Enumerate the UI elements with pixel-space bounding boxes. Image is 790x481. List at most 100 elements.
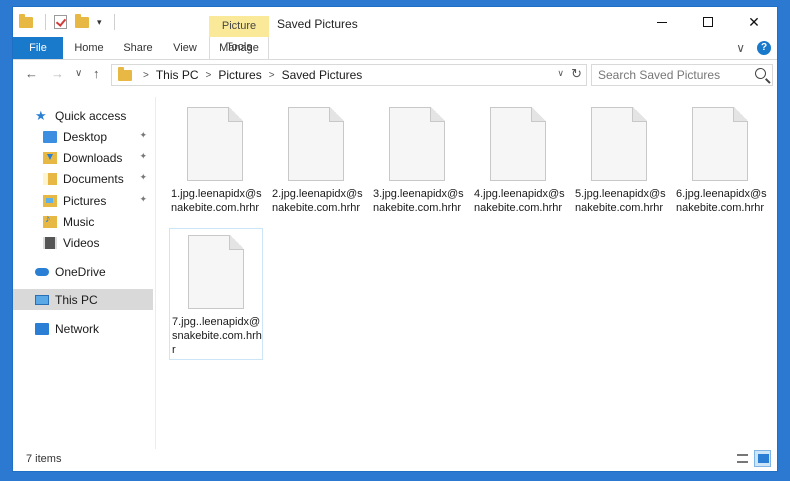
refresh-icon[interactable]: ↻ — [571, 66, 582, 82]
minimize-icon — [657, 21, 667, 23]
chevron-right-icon[interactable]: > — [206, 70, 212, 81]
desktop-icon — [43, 130, 57, 143]
pictures-icon — [43, 194, 57, 207]
tab-manage[interactable]: Manage — [209, 37, 269, 59]
maximize-icon — [703, 17, 713, 27]
navigation-bar: ← → ∨ ↑ > This PC > Pictures > Saved Pic… — [13, 62, 777, 88]
file-item[interactable]: 2.jpg.leenapidx@snakebite.com.hrhr — [270, 101, 364, 233]
tab-share[interactable]: Share — [115, 37, 161, 59]
file-item[interactable]: 6.jpg.leenapidx@snakebite.com.hrhr — [674, 101, 768, 233]
expand-ribbon-icon[interactable]: ∨ — [736, 41, 745, 55]
qat-dropdown-icon[interactable]: ▾ — [97, 17, 102, 28]
sidebar-item-label: Music — [63, 214, 95, 229]
videos-icon — [43, 236, 57, 249]
address-bar[interactable]: > This PC > Pictures > Saved Pictures ∨ … — [111, 64, 587, 86]
blank-file-icon — [591, 107, 647, 181]
address-dropdown-icon[interactable]: ∨ — [557, 68, 564, 79]
new-folder-icon[interactable] — [75, 13, 89, 28]
pin-icon[interactable]: ✦ — [139, 151, 147, 162]
file-item[interactable]: 4.jpg.leenapidx@snakebite.com.hrhr — [472, 101, 566, 233]
tab-view[interactable]: View — [163, 37, 207, 59]
file-name: 2.jpg.leenapidx@snakebite.com.hrhr — [272, 188, 363, 214]
breadcrumb-this-pc[interactable]: This PC — [156, 68, 199, 82]
up-arrow-icon[interactable]: ↑ — [93, 66, 100, 81]
status-bar: 7 items — [13, 447, 777, 471]
blank-file-icon — [389, 107, 445, 181]
sidebar-item-documents[interactable]: Documents ✦ — [13, 168, 153, 189]
documents-icon — [43, 172, 57, 185]
picture-tools-label: Picture Tools — [209, 16, 269, 53]
pin-icon[interactable]: ✦ — [139, 130, 147, 141]
navigation-pane: ★ Quick access Desktop ✦ Downloads ✦ Doc… — [13, 97, 155, 437]
file-list: 1.jpg.leenapidx@snakebite.com.hrhr 2.jpg… — [157, 95, 777, 445]
large-icons-view-icon — [758, 454, 769, 463]
search-icon[interactable] — [755, 68, 766, 79]
sidebar-item-music[interactable]: Music — [13, 211, 153, 232]
tab-file[interactable]: File — [13, 37, 63, 59]
file-item[interactable]: 7.jpg..leenapidx@snakebite.com.hrhr — [169, 228, 263, 360]
sidebar-item-label: Quick access — [55, 108, 127, 123]
pin-icon[interactable]: ✦ — [139, 194, 147, 205]
sidebar-item-network[interactable]: Network — [13, 318, 153, 339]
toolbar-divider — [113, 14, 115, 30]
title-bar: ▾ Picture Tools Saved Pictures ✕ — [13, 7, 777, 53]
network-icon — [35, 322, 49, 335]
sidebar-item-videos[interactable]: Videos — [13, 232, 153, 253]
close-button[interactable]: ✕ — [731, 7, 777, 37]
ribbon: File Home Share View Manage ∨ ? — [13, 37, 777, 60]
search-input[interactable] — [592, 65, 742, 85]
chevron-right-icon[interactable]: > — [143, 70, 149, 81]
toolbar-divider — [45, 14, 46, 30]
sidebar-item-label: Network — [55, 321, 100, 336]
sidebar-item-label: This PC — [55, 292, 98, 307]
downloads-icon — [43, 151, 57, 164]
pin-icon[interactable]: ✦ — [139, 172, 147, 183]
search-box[interactable] — [591, 64, 773, 86]
forward-arrow-icon[interactable]: → — [51, 66, 64, 81]
sidebar-item-downloads[interactable]: Downloads ✦ — [13, 147, 153, 168]
large-icons-view-button[interactable] — [754, 450, 771, 467]
sidebar-item-label: Pictures — [63, 193, 107, 208]
item-count: 7 items — [26, 453, 62, 465]
sidebar-item-label: OneDrive — [55, 264, 106, 279]
cloud-icon — [35, 267, 49, 276]
ribbon-controls: ∨ ? — [736, 41, 771, 55]
music-icon — [43, 213, 57, 228]
maximize-button[interactable] — [685, 7, 731, 37]
tab-home[interactable]: Home — [65, 37, 113, 59]
sidebar-item-onedrive[interactable]: OneDrive — [13, 261, 153, 282]
explorer-window: ▾ Picture Tools Saved Pictures ✕ File Ho… — [12, 6, 778, 472]
window-title: Saved Pictures — [277, 17, 358, 31]
sidebar-item-label: Documents — [63, 171, 124, 186]
chevron-right-icon[interactable]: > — [269, 70, 275, 81]
folder-icon — [118, 66, 132, 81]
help-icon[interactable]: ? — [757, 41, 771, 55]
file-name: 3.jpg.leenapidx@snakebite.com.hrhr — [373, 188, 464, 214]
minimize-button[interactable] — [639, 7, 685, 37]
sidebar-item-desktop[interactable]: Desktop ✦ — [13, 126, 153, 147]
star-icon: ★ — [35, 107, 47, 123]
file-item[interactable]: 5.jpg.leenapidx@snakebite.com.hrhr — [573, 101, 667, 233]
sidebar-item-label: Desktop — [63, 129, 108, 144]
sidebar-item-pictures[interactable]: Pictures ✦ — [13, 190, 153, 211]
details-view-icon — [737, 454, 748, 463]
close-icon: ✕ — [748, 13, 760, 30]
window-controls: ✕ — [639, 7, 777, 37]
properties-icon[interactable] — [54, 15, 67, 29]
back-arrow-icon[interactable]: ← — [25, 66, 38, 81]
breadcrumb-pictures[interactable]: Pictures — [218, 68, 261, 82]
file-item[interactable]: 1.jpg.leenapidx@snakebite.com.hrhr — [169, 101, 263, 233]
sidebar-item-label: Downloads — [63, 150, 123, 165]
sidebar-item-this-pc[interactable]: This PC — [13, 289, 153, 310]
file-item[interactable]: 3.jpg.leenapidx@snakebite.com.hrhr — [371, 101, 465, 233]
view-switcher — [733, 450, 771, 467]
blank-file-icon — [288, 107, 344, 181]
blank-file-icon — [188, 235, 244, 309]
breadcrumb-saved-pictures[interactable]: Saved Pictures — [282, 68, 363, 82]
recent-locations-icon[interactable]: ∨ — [75, 68, 82, 79]
sidebar-item-quick-access[interactable]: ★ Quick access — [13, 105, 153, 126]
computer-icon — [35, 294, 49, 305]
blank-file-icon — [692, 107, 748, 181]
pane-divider[interactable] — [155, 97, 156, 449]
details-view-button[interactable] — [733, 450, 750, 467]
